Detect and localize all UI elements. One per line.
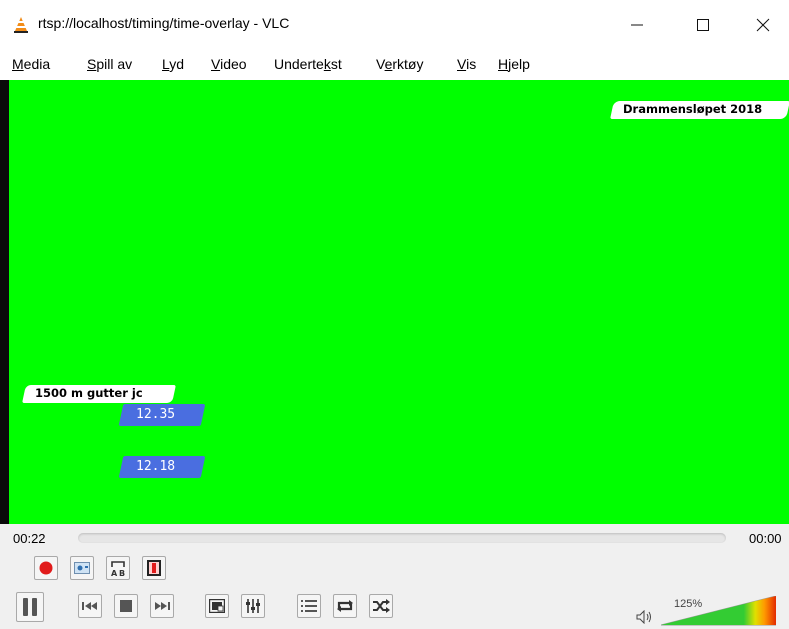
close-icon [756, 18, 770, 32]
stop-button[interactable] [114, 594, 138, 618]
maximize-icon [697, 19, 709, 31]
elapsed-time[interactable]: 00:22 [13, 531, 46, 546]
stop-icon [120, 600, 132, 612]
previous-button[interactable] [78, 594, 102, 618]
extended-settings-button[interactable] [241, 594, 265, 618]
minimize-button[interactable] [614, 8, 660, 42]
svg-text:B: B [119, 569, 125, 577]
snapshot-icon [74, 562, 90, 574]
time-value-1: 12.35 [136, 407, 176, 422]
title-bar: rtsp://localhost/timing/time-overlay - V… [0, 0, 789, 50]
playlist-button[interactable] [297, 594, 321, 618]
snapshot-button[interactable] [70, 556, 94, 580]
video-area[interactable]: Drammensløpet 2018 1500 m gutter jc 12.3… [0, 80, 789, 524]
maximize-button[interactable] [680, 8, 726, 42]
menu-playback[interactable]: Spill av [87, 56, 132, 72]
race-name: 1500 m gutter jc [35, 386, 143, 400]
menu-media[interactable]: Media [12, 56, 50, 72]
window-title: rtsp://localhost/timing/time-overlay - V… [38, 15, 290, 31]
svg-text:A: A [111, 569, 118, 577]
extended-settings-icon [246, 599, 260, 613]
record-icon [39, 561, 53, 575]
time-value-2: 12.18 [136, 459, 176, 474]
shuffle-button[interactable] [369, 594, 393, 618]
vlc-cone-icon [14, 17, 28, 33]
record-button[interactable] [34, 556, 58, 580]
playlist-icon [301, 600, 317, 612]
event-name: Drammensløpet 2018 [623, 102, 763, 116]
loop-ab-icon: AB [111, 561, 125, 577]
menu-video[interactable]: Video [211, 56, 247, 72]
seek-slider[interactable] [78, 533, 726, 543]
previous-icon [82, 602, 97, 610]
total-time[interactable]: 00:00 [749, 531, 782, 546]
shuffle-icon [373, 599, 390, 613]
speaker-icon[interactable] [636, 609, 654, 627]
menu-bar: Media Spill av Lyd Video Undertekst Verk… [0, 50, 789, 80]
next-button[interactable] [150, 594, 174, 618]
control-panel: 00:22 00:00 AB 125% [0, 524, 789, 629]
menu-subtitle[interactable]: Undertekst [274, 56, 342, 72]
close-button[interactable] [740, 8, 786, 42]
pause-button[interactable] [16, 592, 44, 622]
volume-percent: 125% [674, 598, 703, 610]
next-icon [155, 602, 170, 610]
frame-by-frame-button[interactable] [142, 556, 166, 580]
loop-icon [337, 600, 353, 612]
minimize-icon [631, 24, 643, 26]
menu-help[interactable]: Hjelp [498, 56, 530, 72]
pause-icon [23, 598, 37, 616]
loop-button[interactable] [333, 594, 357, 618]
fullscreen-button[interactable] [205, 594, 229, 618]
frame-by-frame-icon [147, 560, 161, 576]
menu-audio[interactable]: Lyd [162, 56, 184, 72]
fullscreen-icon [209, 599, 225, 613]
menu-view[interactable]: Vis [457, 56, 476, 72]
menu-tools[interactable]: Verktøy [376, 56, 423, 72]
loop-ab-button[interactable]: AB [106, 556, 130, 580]
